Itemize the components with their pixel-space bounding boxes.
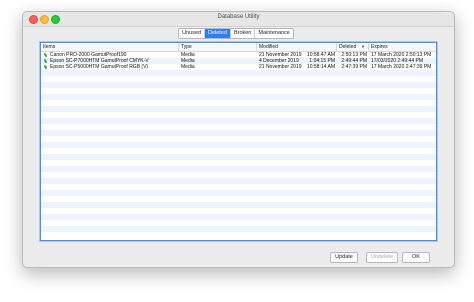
view-segmented-control: Unused Deleted Broken Maintenance	[178, 28, 294, 39]
tab-deleted[interactable]: Deleted	[204, 29, 231, 38]
column-header-expires[interactable]: Expires	[369, 43, 436, 51]
media-icon	[44, 65, 47, 69]
table-header: Items Type Modified Deleted ▼ Expires	[41, 43, 436, 52]
column-header-deleted-label: Deleted	[339, 44, 357, 50]
undelete-button[interactable]: Undelete	[366, 252, 398, 263]
column-header-deleted[interactable]: Deleted ▼	[337, 43, 369, 51]
update-button[interactable]: Update	[330, 252, 358, 263]
tab-maintenance[interactable]: Maintenance	[255, 29, 293, 38]
title-bar: Database Utility	[23, 12, 454, 27]
deleted-items-table[interactable]: Items Type Modified Deleted ▼ Expires Ca…	[40, 42, 437, 241]
window-title: Database Utility	[217, 14, 260, 20]
sort-descending-icon: ▼	[361, 44, 365, 49]
empty-row	[41, 232, 436, 238]
database-utility-window: Database Utility Unused Deleted Broken M…	[22, 11, 455, 268]
column-header-type[interactable]: Type	[179, 43, 257, 51]
column-header-items[interactable]: Items	[41, 43, 179, 51]
tab-broken[interactable]: Broken	[231, 29, 256, 38]
column-header-modified[interactable]: Modified	[257, 43, 337, 51]
tab-unused[interactable]: Unused	[179, 29, 205, 38]
media-icon	[44, 53, 47, 57]
media-icon	[44, 59, 47, 63]
table-body: Canon PRO-2000 GamutProof190 Media 21 No…	[41, 52, 436, 240]
ok-button[interactable]: OK	[402, 252, 430, 263]
